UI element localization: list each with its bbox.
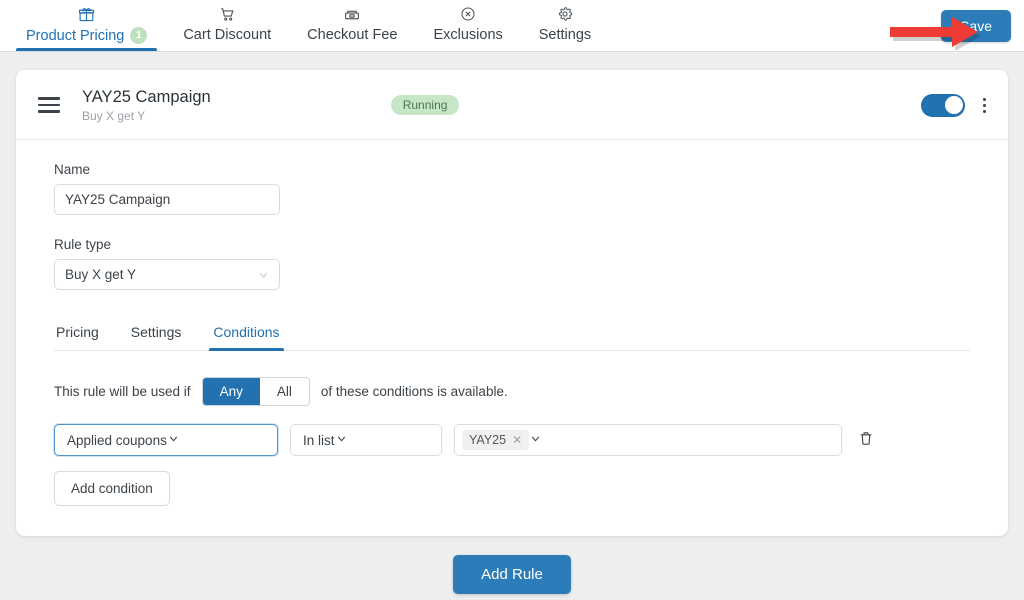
condition-value-multiselect[interactable]: YAY25 ✕ — [454, 424, 842, 456]
subtab-conditions[interactable]: Conditions — [209, 320, 284, 351]
rule-header-actions — [921, 93, 988, 117]
condition-row: Applied coupons In list YAY25 ✕ — [54, 424, 970, 456]
tab-label-row: Settings — [539, 27, 591, 43]
tag-chip: YAY25 ✕ — [462, 430, 530, 450]
rule-type-select[interactable]: Buy X get Y — [54, 259, 280, 290]
tab-list: Product Pricing 1 Cart Discount Checkout… — [8, 0, 609, 51]
rule-type-label: Rule type — [54, 237, 112, 252]
match-any-button[interactable]: Any — [202, 378, 260, 405]
conditions-sentence-prefix: This rule will be used if — [54, 384, 191, 399]
rule-title-group: YAY25 Campaign Buy X get Y — [82, 87, 211, 124]
condition-operator-select[interactable]: In list — [290, 424, 442, 456]
tab-label: Cart Discount — [183, 27, 272, 43]
tab-cart-discount[interactable]: Cart Discount — [165, 0, 289, 51]
rule-card-body: Name Rule type Buy X get Y Pricing Setti… — [16, 140, 1008, 536]
content-area: YAY25 Campaign Buy X get Y Running Name … — [0, 52, 1024, 594]
match-all-button[interactable]: All — [259, 378, 309, 405]
top-tab-bar: Product Pricing 1 Cart Discount Checkout… — [0, 0, 1024, 52]
add-condition-button[interactable]: Add condition — [54, 471, 170, 506]
tab-label: Checkout Fee — [307, 27, 398, 43]
tab-label-row: Cart Discount — [183, 27, 271, 43]
tab-checkout-fee[interactable]: Checkout Fee — [289, 0, 415, 51]
tab-label: Settings — [538, 27, 592, 43]
subtab-pricing[interactable]: Pricing — [54, 320, 101, 350]
cash-register-icon — [343, 3, 361, 25]
delete-condition-button[interactable] — [854, 426, 878, 454]
drag-handle-icon[interactable] — [38, 97, 60, 113]
tab-label: Product Pricing — [26, 27, 125, 44]
gear-icon — [557, 3, 573, 25]
tab-exclusions[interactable]: Exclusions — [415, 0, 520, 51]
rule-title: YAY25 Campaign — [82, 87, 211, 106]
chevron-down-icon — [335, 432, 348, 448]
condition-operator-value: In list — [303, 432, 335, 448]
conditions-sentence-suffix: of these conditions is available. — [320, 384, 508, 399]
circle-x-icon — [460, 3, 476, 25]
tab-label-row: Checkout Fee — [307, 27, 397, 43]
status-badge: Running — [390, 95, 460, 115]
tab-label: Exclusions — [433, 27, 503, 43]
tag-remove-icon[interactable]: ✕ — [512, 434, 522, 446]
chevron-down-icon — [257, 268, 270, 281]
tab-product-pricing[interactable]: Product Pricing 1 — [8, 0, 165, 51]
add-rule-wrapper: Add Rule — [16, 555, 1008, 594]
chevron-down-icon — [529, 432, 542, 448]
rule-card: YAY25 Campaign Buy X get Y Running Name … — [16, 70, 1008, 536]
more-options-icon[interactable] — [981, 94, 988, 117]
rule-type-value: Buy X get Y — [65, 267, 137, 282]
product-pricing-count-badge: 1 — [130, 27, 148, 44]
tab-label-row: Exclusions — [433, 27, 502, 43]
tab-settings[interactable]: Settings — [521, 0, 609, 51]
trash-icon — [858, 430, 874, 450]
rule-card-header: YAY25 Campaign Buy X get Y Running — [16, 70, 1008, 140]
save-button[interactable]: Save — [941, 10, 1011, 42]
tag-chip-label: YAY25 — [469, 433, 507, 447]
name-label: Name — [54, 162, 91, 177]
tab-label-row: Product Pricing 1 — [26, 27, 148, 44]
condition-field-select[interactable]: Applied coupons — [54, 424, 278, 456]
chevron-down-icon — [167, 432, 180, 448]
rule-subtab-bar: Pricing Settings Conditions — [54, 320, 970, 351]
rule-subtitle: Buy X get Y — [82, 109, 146, 124]
toggle-knob — [944, 96, 963, 114]
add-rule-button[interactable]: Add Rule — [453, 555, 571, 594]
condition-field-value: Applied coupons — [67, 432, 167, 448]
shopping-cart-icon — [219, 3, 236, 25]
match-type-toggle-group: Any All — [201, 377, 310, 406]
rule-enabled-toggle[interactable] — [921, 93, 965, 117]
gift-icon — [78, 3, 95, 25]
name-input[interactable] — [54, 184, 280, 215]
subtab-settings[interactable]: Settings — [129, 320, 184, 350]
conditions-match-sentence: This rule will be used if Any All of the… — [54, 377, 970, 406]
